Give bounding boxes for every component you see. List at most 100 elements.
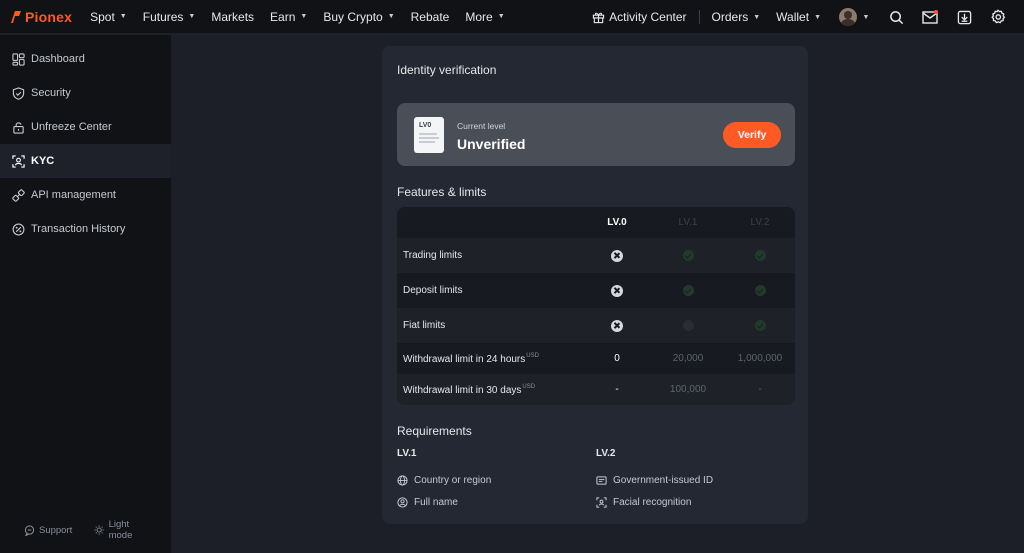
nav-earn[interactable]: Earn ▼ [270,10,307,24]
nav-buy-crypto-label: Buy Crypto [323,9,383,24]
id-card-icon [596,475,607,485]
page-title: Identity verification [397,63,497,77]
sidebar-footer: Support Light mode [24,519,171,541]
row-label-deposit-limits: Deposit limits [403,285,463,296]
nav-spot[interactable]: Spot ▼ [90,10,127,24]
lv1-cell [658,284,718,296]
verify-button[interactable]: Verify [723,122,781,148]
light-mode-toggle[interactable]: Light mode [94,519,149,541]
nav-orders-label: Orders [711,10,749,24]
search-button[interactable] [887,8,905,26]
x-circle-icon [611,249,623,262]
check-circle-icon [754,284,766,296]
nav-wallet[interactable]: Wallet ▼ [776,10,821,24]
nav-right-group: Activity Center Orders ▼ Wallet ▼ ▼ [592,0,1024,34]
requirements-lv1: LV.1 Country or region Full name [397,448,491,513]
nav-rebate-label: Rebate [410,9,450,24]
lv0-cell [587,249,647,262]
sidebar-item-unfreeze-center[interactable]: Unfreeze Center [0,110,171,144]
requirement-item: Full name [397,491,491,513]
search-icon [889,10,903,24]
sidebar-item-label: Security [31,87,71,99]
withdrawal-30d-text: Withdrawal limit in 30 days [403,384,522,396]
sidebar-item-security[interactable]: Security [0,76,171,110]
gift-icon [593,12,605,23]
lv1-cell [658,319,718,331]
lv2-value: - [758,384,762,395]
x-circle-icon [611,284,623,297]
requirement-item: Country or region [397,469,491,491]
history-icon [12,223,25,236]
sidebar-item-transaction-history[interactable]: Transaction History [0,212,171,246]
sidebar-item-dashboard[interactable]: Dashboard [0,42,171,76]
sidebar-item-label: Dashboard [31,53,85,65]
requirement-label: Country or region [414,474,492,486]
messages-button[interactable] [921,8,939,26]
check-circle-icon [682,249,694,261]
lv0-cell [587,319,647,332]
chevron-down-icon: ▼ [753,13,761,21]
id-scan-icon [12,154,25,168]
dashboard-icon [12,52,25,66]
lv2-cell [730,249,790,261]
withdrawal-24h-text: Withdrawal limit in 24 hours [403,353,526,365]
download-icon [957,10,971,24]
requirements-title: Requirements [397,424,472,438]
nav-rebate[interactable]: Rebate [411,10,450,24]
requirements-level-label: LV.1 [397,448,417,459]
column-header-lv2: LV.2 [750,217,770,228]
chevron-down-icon: ▼ [387,13,395,20]
identity-verification-card: Identity verification LV0 Current level … [382,46,808,524]
table-row: Deposit limits [397,273,795,308]
settings-button[interactable] [989,8,1007,26]
sidebar-item-kyc[interactable]: KYC [0,144,171,178]
nav-futures[interactable]: Futures ▼ [143,10,196,24]
check-circle-icon [682,284,694,296]
nav-orders[interactable]: Orders ▼ [712,10,761,24]
support-link[interactable]: Support [24,525,72,536]
chevron-down-icon: ▼ [188,13,196,20]
chevron-down-icon: ▼ [814,13,821,21]
download-button[interactable] [955,8,973,26]
lv2-cell [730,284,790,296]
chevron-down-icon: ▼ [300,13,308,20]
settings-icon [991,9,1006,24]
requirement-item: Facial recognition [596,491,713,513]
sidebar-item-label: KYC [31,155,55,167]
mail-icon [922,10,938,24]
nav-futures-label: Futures [142,9,184,24]
check-circle-icon [754,319,766,331]
chevron-down-icon: ▼ [119,13,127,20]
pionex-logo-icon [11,10,21,23]
lv1-value: 100,000 [669,384,707,395]
pionex-logo[interactable]: Pionex [10,9,72,25]
nav-buy-crypto[interactable]: Buy Crypto ▼ [323,10,394,24]
globe-icon [397,474,408,486]
table-row: Withdrawal limit in 30 daysUSD - 100,000… [397,374,795,405]
current-level-panel: LV0 Current level Unverified Verify [397,103,795,166]
nav-markets[interactable]: Markets [211,10,254,24]
unit-label: USD [526,352,539,359]
chat-bubble-icon [24,524,35,536]
nav-more[interactable]: More ▼ [465,10,504,24]
sun-icon [94,525,105,535]
lv2-value: 1,000,000 [737,353,783,364]
api-icon [12,188,25,202]
activity-center-link[interactable]: Activity Center [592,10,687,24]
lv1-value: 20,000 [672,353,704,364]
sidebar-item-label: Transaction History [31,223,126,235]
lv1-cell [658,249,718,261]
account-menu[interactable]: ▼ [837,8,871,26]
requirement-label: Government-issued ID [613,474,714,486]
lv0-value: - [615,384,619,395]
sidebar-item-label: Unfreeze Center [31,121,112,133]
x-circle-icon [611,319,623,332]
check-circle-icon [754,249,766,261]
document-icon: LV0 [414,117,444,153]
doc-level-text: LV0 [419,122,432,129]
row-label-fiat-limits: Fiat limits [403,320,446,331]
sidebar-item-api-management[interactable]: API management [0,178,171,212]
nav-markets-label: Markets [211,9,255,24]
requirements-lv2: LV.2 Government-issued ID Facial recogni… [596,448,713,513]
disabled-circle-icon [682,319,694,331]
